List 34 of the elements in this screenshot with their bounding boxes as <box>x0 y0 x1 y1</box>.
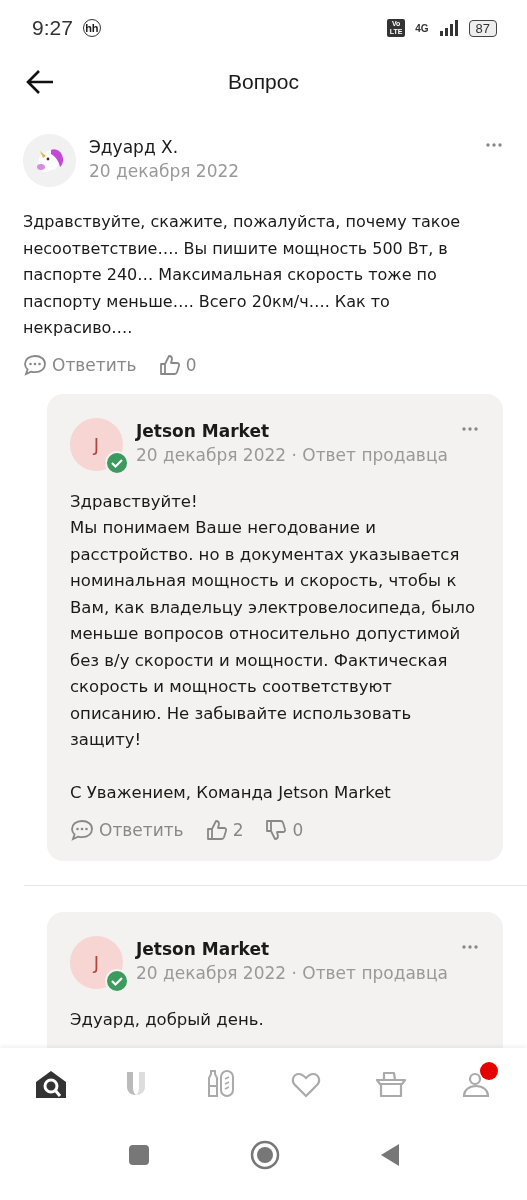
like-button[interactable]: 0 <box>158 353 197 376</box>
reply-button[interactable]: Ответить <box>23 353 137 376</box>
author-name: Jetson Market <box>136 938 270 959</box>
post-date: 20 декабря 2022 <box>89 161 240 181</box>
battery-level: 87 <box>468 19 497 37</box>
dislike-icon <box>265 818 288 841</box>
answer-meta: 20 декабря 2022 · Ответ продавца <box>136 444 448 465</box>
avatar-letter: J <box>93 951 100 973</box>
answer-text: Здравствуйте! Мы понимаем Ваше негодование и расстройство. но в документах указывается номинальная мощность и скорость, чтобы к Вам, как владельцу электровелосипеда, было меньше вопросов относительно допустимой без в/у скорости и мощности. Фактическая скорость и мощность соответствуют описанию. Не забывайте использовать защиту! С Уважением, Команда Jetson Market <box>70 490 477 804</box>
recents-icon[interactable] <box>127 1144 150 1166</box>
question-text: Здравствуйте, скажите, пожалуйста, почему такое несоответствие…. Вы пишите мощность 500 Вт, в паспорте 240… Максимальная скорость тоже по паспорту меньше…. Всего 20км/ч…. Как то некрасиво…. <box>23 211 462 339</box>
like-icon <box>158 353 181 376</box>
dislike-button[interactable]: 0 <box>265 818 304 841</box>
like-icon <box>205 818 228 841</box>
page-title: Вопрос <box>228 70 299 94</box>
avatar-letter: J <box>93 433 100 455</box>
back-icon[interactable] <box>379 1143 400 1167</box>
comment-icon <box>70 818 94 841</box>
back-arrow-icon[interactable] <box>26 69 54 95</box>
author-name: Эдуард Х. <box>89 137 179 157</box>
home-icon[interactable] <box>249 1140 280 1170</box>
status-time: 9:27 <box>32 16 73 40</box>
home-search-icon <box>33 1068 68 1100</box>
comment-icon <box>23 353 47 376</box>
reply-button[interactable]: Ответить <box>70 818 184 841</box>
more-icon[interactable] <box>485 142 503 148</box>
signal-icon <box>438 20 459 36</box>
author-name: Jetson Market <box>136 420 270 441</box>
more-icon[interactable] <box>461 425 479 432</box>
answer-text: Эдуард, добрый день. <box>70 1008 265 1031</box>
answer-meta: 20 декабря 2022 · Ответ продавца <box>136 962 448 983</box>
more-icon[interactable] <box>461 943 479 950</box>
network-type: 4G <box>415 22 429 34</box>
like-button[interactable]: 2 <box>205 818 244 841</box>
